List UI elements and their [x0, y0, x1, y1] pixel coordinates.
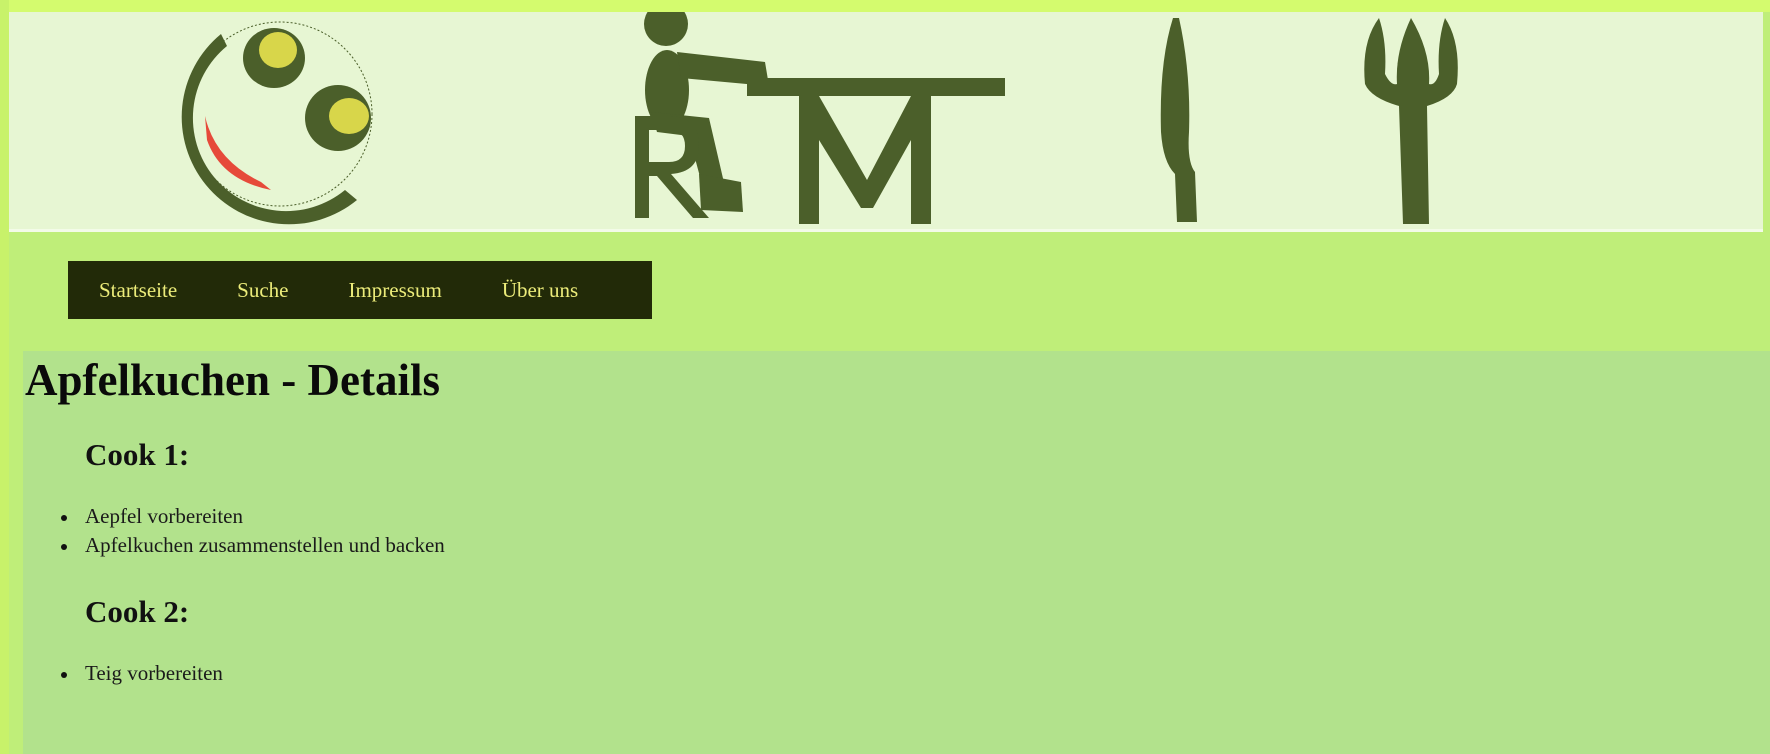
- nav-item-impressum[interactable]: Impressum: [348, 278, 441, 303]
- nav-item-ueber-uns[interactable]: Über uns: [502, 278, 578, 303]
- list-item: Teig vorbereiten: [61, 659, 223, 688]
- left-border-strip: [0, 0, 9, 754]
- nav-item-startseite[interactable]: Startseite: [99, 278, 177, 303]
- header-banner: [9, 12, 1763, 232]
- main-navigation: Startseite Suche Impressum Über uns: [68, 261, 652, 319]
- top-border-strip: [0, 0, 1770, 12]
- list-item: Apfelkuchen zusammenstellen und backen: [61, 531, 445, 560]
- fork-icon: [1364, 18, 1458, 224]
- cook-2-steps-list: Teig vorbereiten: [61, 659, 223, 688]
- page-title: Apfelkuchen - Details: [25, 355, 440, 405]
- person-sitting-at-table-rm-logo-icon: [635, 12, 1005, 224]
- cook-1-steps-list: Aepfel vorbereiten Apfelkuchen zusammens…: [61, 502, 445, 560]
- cook-1-heading: Cook 1:: [85, 437, 190, 472]
- list-item: Aepfel vorbereiten: [61, 502, 445, 531]
- banner-artwork: [181, 12, 1458, 225]
- nav-item-suche[interactable]: Suche: [237, 278, 288, 303]
- cook-2-heading: Cook 2:: [85, 594, 190, 629]
- main-content: Apfelkuchen - Details Cook 1: Aepfel vor…: [23, 351, 1770, 754]
- knife-icon: [1160, 18, 1197, 222]
- smiley-face-logo-icon: [181, 21, 373, 225]
